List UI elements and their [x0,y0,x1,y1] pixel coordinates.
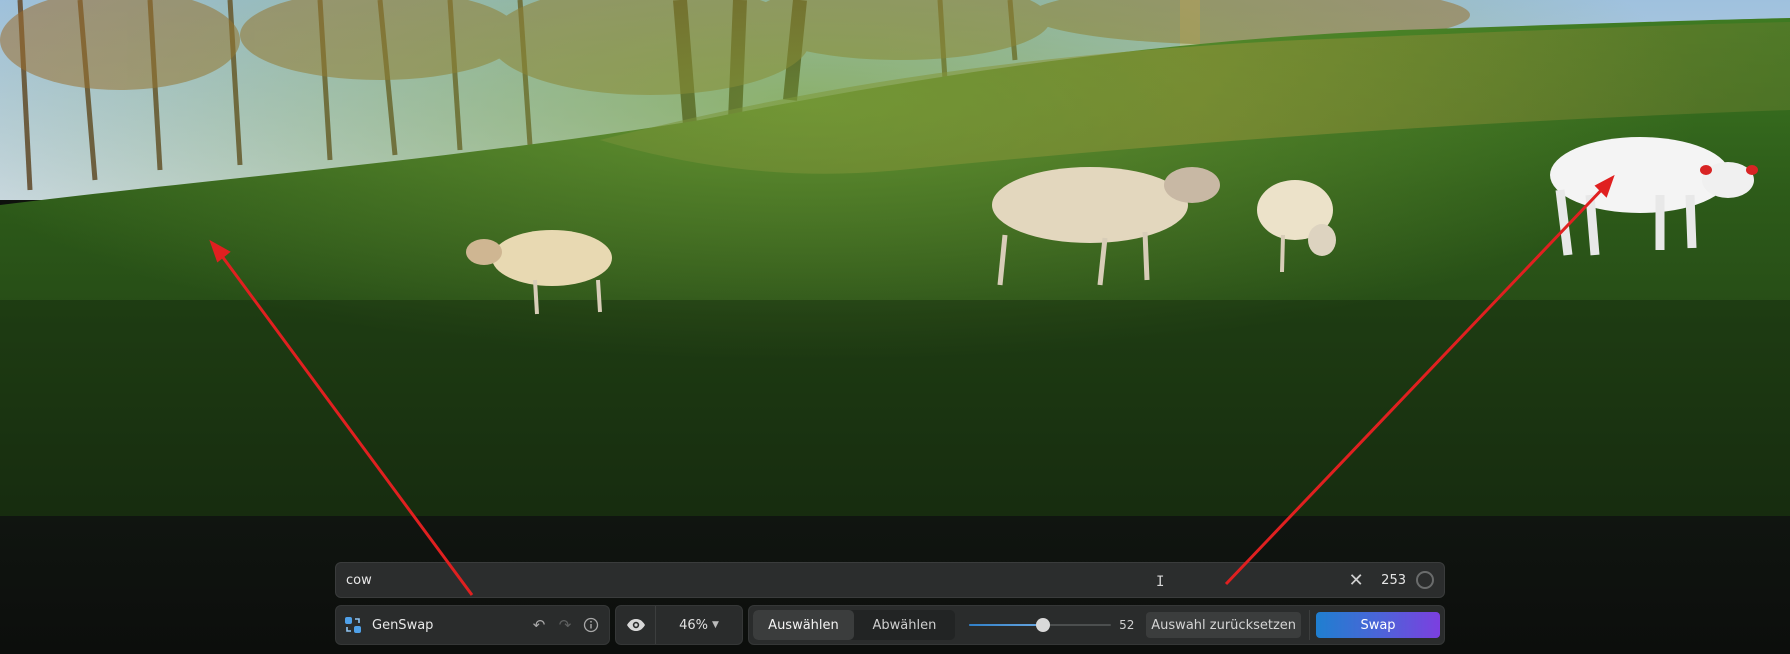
mode-deselect-button[interactable]: Abwählen [854,610,955,640]
chevron-down-icon: ▼ [711,620,719,630]
selection-mode-toggle: Auswählen Abwählen [753,610,955,640]
text-cursor-icon: I [1156,574,1165,590]
undo-icon[interactable]: ↶ [529,615,549,635]
brush-size-value: 52 [1119,618,1135,632]
genswap-app: I ✕ 253 GenSwap ↶ ↷ 46% ▼ Auswählen [0,0,1790,654]
zoom-select[interactable]: 46% ▼ [656,618,742,633]
info-icon[interactable] [581,615,601,635]
image-canvas[interactable] [0,0,1790,516]
zoom-level: 46% [679,617,708,633]
brush-size-slider[interactable] [968,615,1112,635]
slider-fill [968,624,1043,626]
reset-selection-button[interactable]: Auswahl zurücksetzen [1146,612,1302,638]
view-tool-group: 46% ▼ [615,605,743,645]
app-tool-group: GenSwap ↶ ↷ [335,605,610,645]
divider [1309,610,1310,640]
slider-thumb[interactable] [1035,618,1050,632]
char-count: 253 [1381,572,1406,588]
selection-tool-group: Auswählen Abwählen 52 Auswahl zurücksetz… [748,605,1445,645]
progress-ring-icon [1416,571,1434,589]
prompt-input[interactable] [346,572,1346,588]
close-icon[interactable]: ✕ [1345,569,1367,591]
genswap-logo-icon [345,617,361,633]
swap-button[interactable]: Swap [1316,612,1440,638]
eye-icon[interactable] [616,606,656,644]
app-name: GenSwap [372,617,434,633]
redo-icon[interactable]: ↷ [555,615,575,635]
meadow-photo [0,0,1790,516]
mode-select-button[interactable]: Auswählen [753,610,854,640]
prompt-bar: I ✕ 253 [335,562,1445,598]
